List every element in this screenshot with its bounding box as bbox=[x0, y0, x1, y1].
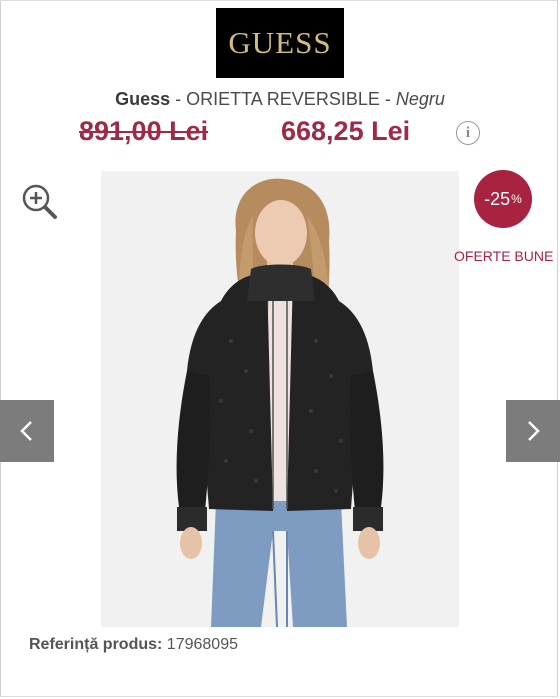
new-price: 668,25 Lei bbox=[281, 116, 411, 146]
discount-value: -25 bbox=[484, 188, 511, 209]
product-reference: Referință produs: 17968095 bbox=[29, 636, 238, 654]
offer-label[interactable]: OFERTE BUNE bbox=[454, 248, 553, 264]
gallery-prev-button[interactable] bbox=[0, 400, 54, 462]
discount-badge: -25% bbox=[474, 170, 532, 228]
info-icon[interactable]: i bbox=[456, 121, 480, 145]
discount-unit: % bbox=[511, 192, 522, 206]
gallery-next-button[interactable] bbox=[506, 400, 560, 462]
info-icon-glyph: i bbox=[465, 124, 471, 141]
product-title: Guess - ORIETTA REVERSIBLE - Negru bbox=[0, 89, 560, 110]
zoom-in-icon[interactable] bbox=[20, 182, 58, 220]
brand-logo-text: GUESS bbox=[228, 25, 332, 60]
brand-logo[interactable]: GUESS bbox=[216, 8, 344, 78]
chevron-right-icon bbox=[528, 421, 540, 441]
title-separator-1: - bbox=[170, 89, 187, 109]
old-price: 891,00 Lei bbox=[79, 116, 209, 146]
title-separator-2: - bbox=[379, 89, 396, 109]
product-photo-illustration bbox=[101, 171, 459, 627]
product-photo[interactable] bbox=[101, 171, 459, 627]
reference-label: Referință produs: bbox=[29, 636, 163, 653]
product-brand: Guess bbox=[115, 89, 171, 109]
product-model: ORIETTA REVERSIBLE bbox=[186, 89, 380, 109]
reference-value: 17968095 bbox=[166, 636, 238, 653]
product-color: Negru bbox=[395, 89, 445, 109]
chevron-left-icon bbox=[20, 421, 32, 441]
